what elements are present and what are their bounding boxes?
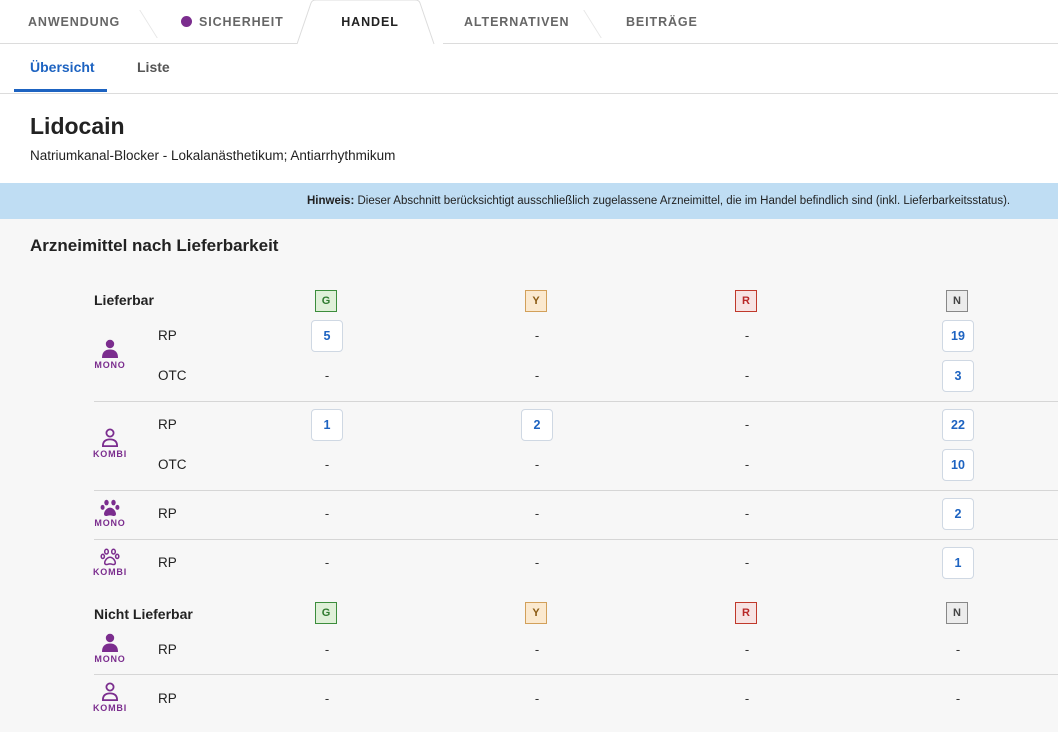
rx-label: RP (158, 417, 177, 432)
section-title: Arzneimittel nach Lieferbarkeit (30, 236, 279, 255)
banner-text: Dieser Abschnitt berücksichtigt ausschli… (354, 195, 1011, 207)
tab-sicherheit-label: SICHERHEIT (199, 15, 284, 29)
group-label-lieferbar: Lieferbar (94, 292, 154, 308)
status-badge-n: N (946, 290, 968, 312)
empty-cell: - (324, 457, 330, 472)
empty-cell: - (744, 691, 750, 706)
human-kombi-type: KOMBI (92, 682, 128, 713)
paw-filled-icon (100, 499, 120, 517)
empty-cell: - (744, 328, 750, 343)
empty-cell: - (324, 555, 330, 570)
tab-anwendung[interactable]: ANWENDUNG (28, 0, 120, 44)
type-label: MONO (94, 360, 126, 370)
top-tab-bar: ANWENDUNG SICHERHEIT HANDEL ALTERNATIVEN… (0, 0, 1058, 45)
vet-kombi-type: KOMBI (92, 548, 128, 577)
empty-cell: - (744, 457, 750, 472)
empty-cell: - (534, 328, 540, 343)
empty-cell: - (534, 555, 540, 570)
empty-cell: - (534, 691, 540, 706)
status-badge-g: G (315, 602, 337, 624)
type-label: KOMBI (93, 703, 127, 713)
count-button[interactable]: 2 (942, 498, 974, 530)
row-divider (94, 401, 1058, 402)
person-filled-icon (102, 339, 118, 358)
person-outline-icon (101, 428, 119, 447)
status-badge-r: R (735, 602, 757, 624)
empty-cell: - (534, 457, 540, 472)
banner-label: Hinweis: (307, 195, 355, 207)
subtab-uebersicht[interactable]: Übersicht (30, 44, 95, 94)
count-button[interactable]: 19 (942, 320, 974, 352)
rx-label: OTC (158, 368, 187, 383)
subtab-liste[interactable]: Liste (137, 44, 170, 94)
tab-separator (139, 10, 158, 38)
tab-handel-label: HANDEL (341, 15, 399, 29)
empty-cell: - (744, 642, 750, 657)
empty-cell: - (744, 555, 750, 570)
row-divider (94, 490, 1058, 491)
page-subtitle: Natriumkanal-Blocker - Lokalanästhetikum… (30, 148, 396, 163)
empty-cell: - (744, 417, 750, 432)
row-divider (94, 674, 1058, 675)
empty-cell: - (744, 506, 750, 521)
count-button[interactable]: 10 (942, 449, 974, 481)
empty-cell: - (324, 642, 330, 657)
tab-sicherheit[interactable]: SICHERHEIT (181, 0, 284, 44)
status-dot-icon (181, 16, 192, 27)
status-badge-g: G (315, 290, 337, 312)
empty-cell: - (955, 642, 961, 657)
count-button[interactable]: 1 (311, 409, 343, 441)
row-divider (94, 539, 1058, 540)
empty-cell: - (324, 368, 330, 383)
person-filled-icon (102, 633, 118, 652)
tab-handel[interactable]: HANDEL (297, 0, 443, 45)
empty-cell: - (744, 368, 750, 383)
empty-cell: - (534, 642, 540, 657)
paw-outline-icon (100, 548, 120, 566)
info-banner: Hinweis: Dieser Abschnitt berücksichtigt… (0, 183, 1058, 219)
status-badge-n: N (946, 602, 968, 624)
tab-beitraege[interactable]: BEITRÄGE (626, 0, 698, 44)
rx-label: OTC (158, 457, 187, 472)
empty-cell: - (534, 506, 540, 521)
rx-label: RP (158, 555, 177, 570)
count-button[interactable]: 5 (311, 320, 343, 352)
count-button[interactable]: 2 (521, 409, 553, 441)
person-outline-icon (101, 682, 119, 701)
count-button[interactable]: 3 (942, 360, 974, 392)
status-badge-y: Y (525, 602, 547, 624)
sub-tab-bar: Übersicht Liste (0, 44, 1058, 94)
type-label: MONO (94, 654, 126, 664)
tab-alternativen[interactable]: ALTERNATIVEN (464, 0, 569, 44)
human-kombi-type: KOMBI (92, 428, 128, 459)
human-mono-type: MONO (92, 339, 128, 370)
status-badge-y: Y (525, 290, 547, 312)
vet-mono-type: MONO (92, 499, 128, 528)
group-label-nicht-lieferbar: Nicht Lieferbar (94, 606, 193, 622)
type-label: KOMBI (93, 567, 127, 577)
type-label: KOMBI (93, 449, 127, 459)
empty-cell: - (955, 691, 961, 706)
availability-section: Arzneimittel nach Lieferbarkeit Lieferba… (0, 219, 1058, 732)
empty-cell: - (324, 691, 330, 706)
rx-label: RP (158, 506, 177, 521)
rx-label: RP (158, 691, 177, 706)
empty-cell: - (324, 506, 330, 521)
page-title: Lidocain (30, 113, 125, 139)
type-label: MONO (94, 518, 126, 528)
tab-separator (583, 10, 602, 38)
empty-cell: - (534, 368, 540, 383)
active-subtab-indicator (14, 89, 107, 92)
count-button[interactable]: 22 (942, 409, 974, 441)
count-button[interactable]: 1 (942, 547, 974, 579)
rx-label: RP (158, 328, 177, 343)
status-badge-r: R (735, 290, 757, 312)
human-mono-type: MONO (92, 633, 128, 664)
rx-label: RP (158, 642, 177, 657)
